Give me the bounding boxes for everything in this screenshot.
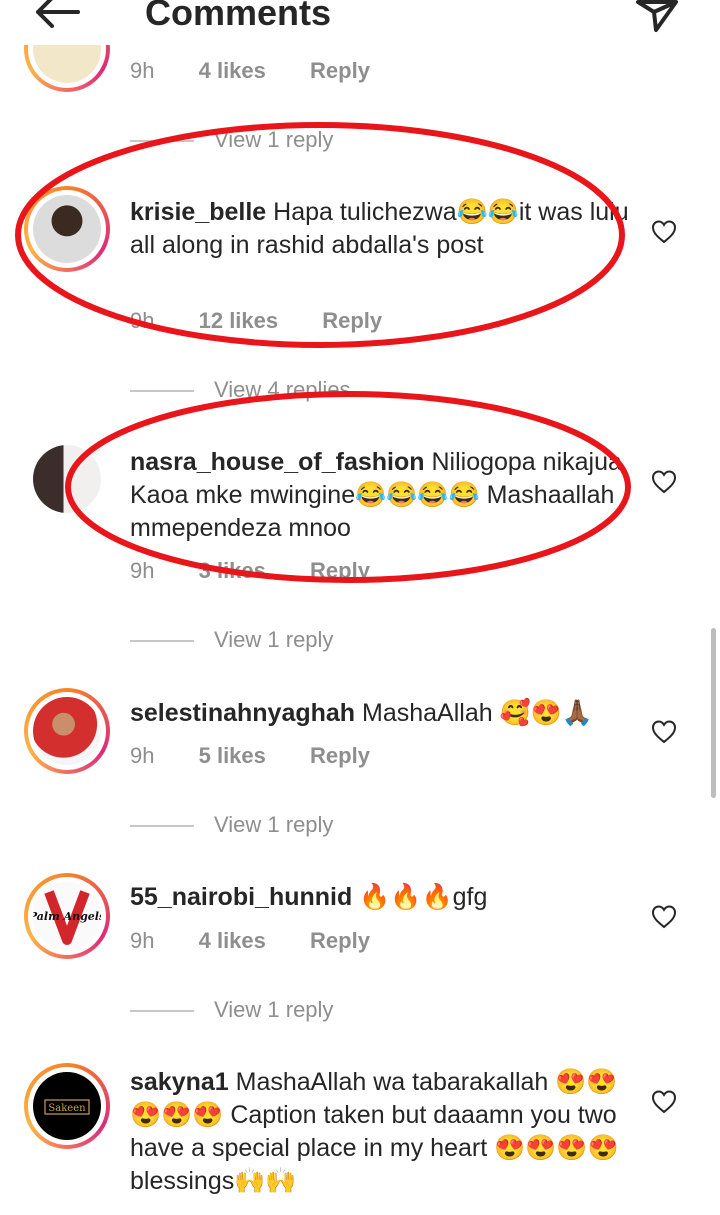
comment-time: 9h — [130, 58, 155, 83]
like-heart-icon[interactable] — [650, 218, 678, 246]
avatar[interactable]: Sakeen — [24, 1063, 110, 1149]
send-icon[interactable] — [632, 0, 682, 40]
scrollbar[interactable] — [711, 628, 716, 798]
comment-text: MashaAllah 🥰😍🙏🏾 — [355, 699, 593, 727]
like-heart-icon[interactable] — [650, 468, 678, 496]
comment-username[interactable]: nasra_house_of_fashion — [130, 448, 425, 476]
highlight-ellipse — [15, 122, 631, 583]
comment-meta: 9h 12 likes Reply — [130, 308, 382, 334]
avatar[interactable] — [24, 186, 110, 272]
reply-button[interactable]: Reply — [310, 58, 370, 84]
page-title: Comments — [145, 0, 332, 33]
reply-button[interactable]: Reply — [310, 558, 370, 584]
view-replies-button[interactable]: View 1 reply — [130, 812, 333, 838]
divider-line — [130, 640, 194, 643]
reply-button[interactable]: Reply — [310, 928, 370, 954]
comment-time: 9h — [130, 928, 155, 953]
sakeen-logo: Sakeen — [44, 1099, 90, 1115]
comment-body: krisie_belle Hapa tulichezwa😂😂it was lul… — [130, 196, 630, 262]
view-replies-button[interactable]: View 4 replies — [130, 377, 351, 403]
comment-username[interactable]: 55_nairobi_hunnid — [130, 883, 352, 911]
like-heart-icon[interactable] — [650, 903, 678, 931]
divider-line — [130, 390, 194, 393]
reply-button[interactable]: Reply — [310, 743, 370, 769]
likes-count[interactable]: 4 likes — [199, 928, 266, 954]
palm-angels-text: Palm Angels — [33, 910, 101, 923]
back-arrow-icon[interactable] — [30, 0, 82, 42]
comment-meta: 9h 4 likes Reply — [130, 928, 370, 954]
reply-button[interactable]: Reply — [322, 308, 382, 334]
comment-meta: 9h 5 likes Reply — [130, 743, 370, 769]
comment-meta: 9h 4 likes Reply — [130, 58, 370, 84]
comment-username[interactable]: sakyna1 — [130, 1068, 229, 1096]
view-replies-button[interactable]: View 1 reply — [130, 997, 333, 1023]
comment-meta: 9h 3 likes Reply — [130, 558, 370, 584]
comment-body: nasra_house_of_fashion Niliogopa nikajua… — [130, 446, 630, 545]
view-replies-button[interactable]: View 1 reply — [130, 627, 333, 653]
likes-count[interactable]: 5 likes — [199, 743, 266, 769]
avatar[interactable] — [24, 436, 110, 522]
top-bar: Comments — [0, 0, 720, 45]
divider-line — [130, 140, 194, 143]
avatar[interactable] — [24, 688, 110, 774]
palm-angels-logo: Palm Angels — [33, 890, 101, 945]
sakeen-text: Sakeen — [48, 1103, 86, 1114]
likes-count[interactable]: 12 likes — [199, 308, 279, 334]
like-heart-icon[interactable] — [650, 718, 678, 746]
view-replies-button[interactable]: View 1 reply — [130, 127, 333, 153]
divider-line — [130, 1010, 194, 1013]
comment-time: 9h — [130, 308, 155, 333]
comment-body: 55_nairobi_hunnid 🔥🔥🔥gfg — [130, 881, 630, 914]
likes-count[interactable]: 4 likes — [199, 58, 266, 84]
divider-line — [130, 825, 194, 828]
avatar[interactable]: Palm Angels — [24, 873, 110, 959]
likes-count[interactable]: 3 likes — [199, 558, 266, 584]
comment-time: 9h — [130, 558, 155, 583]
comment-body: selestinahnyaghah MashaAllah 🥰😍🙏🏾 — [130, 697, 630, 730]
comment-time: 9h — [130, 743, 155, 768]
comment-text: 🔥🔥🔥gfg — [352, 883, 488, 911]
comment-body: sakyna1 MashaAllah wa tabarakallah 😍😍😍😍😍… — [130, 1066, 620, 1198]
comment-username[interactable]: krisie_belle — [130, 198, 266, 226]
like-heart-icon[interactable] — [650, 1088, 678, 1116]
comment-username[interactable]: selestinahnyaghah — [130, 699, 355, 727]
